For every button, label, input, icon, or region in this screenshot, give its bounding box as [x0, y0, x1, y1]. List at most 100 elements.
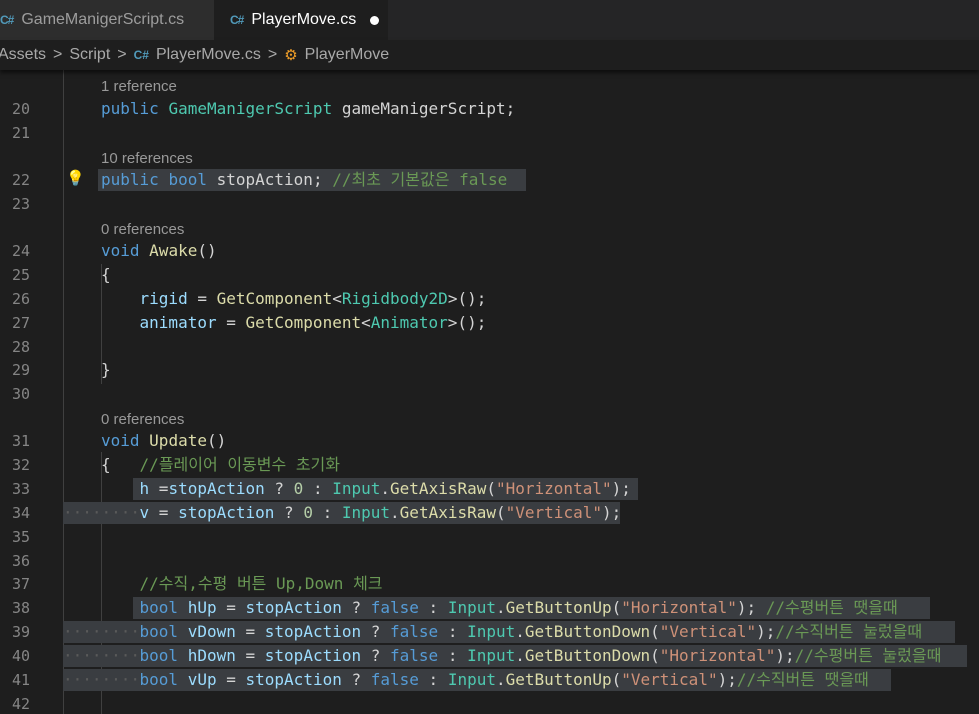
csharp-file-icon: C#	[0, 13, 14, 27]
code-token: ?	[361, 622, 391, 641]
code-token: :	[418, 670, 448, 689]
code-token: <	[361, 313, 371, 332]
code-token: public	[101, 99, 159, 118]
chevron-right-icon: >	[117, 46, 127, 63]
line-number: 24	[11, 242, 30, 260]
code-token: ?	[341, 598, 371, 617]
code-token: void	[101, 241, 140, 260]
code-token: :	[438, 622, 468, 641]
code-string: "Horizontal"	[659, 646, 776, 665]
code-token: :	[418, 598, 448, 617]
code-comment: //플레이어 이동변수 초기화	[139, 455, 340, 474]
code-token: (	[611, 598, 622, 617]
chevron-right-icon: >	[53, 46, 63, 63]
code-line-33: h =stopAction ? 0 : Input.GetAxisRaw("Ho…	[101, 478, 631, 500]
code-token: bool	[139, 622, 179, 641]
code-token: ;	[505, 99, 516, 118]
code-token: :	[303, 479, 333, 498]
code-token: Input	[332, 479, 381, 498]
lightbulb-icon[interactable]: 💡	[66, 169, 85, 187]
breadcrumb-assets[interactable]: Assets	[0, 46, 46, 64]
code-token: GetComponent	[216, 289, 333, 308]
code-token: =	[235, 646, 265, 665]
code-token: =	[149, 479, 169, 498]
code-token: stopAction	[168, 479, 265, 498]
tab-bar: C# GameManigerScript.cs C# PlayerMove.cs	[0, 0, 979, 40]
line-number: 34	[11, 504, 30, 522]
code-token: =	[235, 622, 265, 641]
tab-label: GameManigerScript.cs	[21, 11, 185, 28]
breadcrumb-class[interactable]: PlayerMove	[305, 46, 389, 64]
code-token: .	[496, 598, 506, 617]
line-number: 25	[11, 266, 30, 284]
line-number: 41	[11, 671, 30, 689]
code-token: ;	[312, 170, 323, 189]
code-token: ()	[206, 431, 227, 450]
code-token: bool	[139, 598, 179, 617]
line-number: 26	[11, 290, 30, 308]
code-editor[interactable]: ········ ········ ········ ········ 1 re…	[0, 70, 979, 714]
code-comment: //수직버튼 눌렀을때	[775, 622, 923, 641]
code-token: Input	[447, 598, 496, 617]
codelens-references[interactable]: 10 references	[101, 150, 193, 167]
code-token: {	[101, 265, 111, 284]
code-line-37: //수직,수평 버튼 Up,Down 체크	[101, 573, 383, 595]
code-token: Input	[447, 670, 496, 689]
code-token: rigid	[139, 289, 188, 308]
breadcrumb-script[interactable]: Script	[69, 46, 110, 64]
code-comment: //수직,수평 버튼 Up,Down 체크	[139, 574, 383, 593]
line-number: 38	[11, 599, 30, 617]
dirty-dot-icon[interactable]	[370, 15, 380, 25]
code-token: .	[496, 670, 506, 689]
breadcrumb-file[interactable]: PlayerMove.cs	[156, 46, 261, 64]
csharp-file-icon: C#	[133, 48, 149, 62]
code-token: bool	[139, 670, 179, 689]
code-token: stopAction	[264, 622, 362, 641]
code-line-39: bool vDown = stopAction ? false : Input.…	[101, 621, 923, 643]
code-token: <	[332, 289, 342, 308]
code-line-32: { //플레이어 이동변수 초기화	[101, 454, 340, 476]
tab-gamemanigerscript[interactable]: C# GameManigerScript.cs	[0, 0, 214, 40]
code-token: Rigidbody2D	[341, 289, 448, 308]
code-token: ()	[197, 241, 217, 260]
code-token: false	[370, 598, 419, 617]
code-token: bool	[139, 646, 179, 665]
code-token: GetButtonDown	[524, 646, 651, 665]
line-number: 27	[11, 314, 30, 332]
code-token: hDown	[187, 646, 236, 665]
code-token: .	[390, 503, 400, 522]
line-number: 37	[11, 575, 30, 593]
code-string: "Vertical"	[621, 670, 718, 689]
code-token: 0	[293, 479, 304, 498]
codelens-references[interactable]: 0 references	[101, 411, 184, 428]
code-line-38: bool hUp = stopAction ? false : Input.Ge…	[101, 597, 898, 619]
code-token: =	[216, 670, 246, 689]
code-token: .	[515, 622, 525, 641]
line-number: 40	[11, 647, 30, 665]
code-token: bool	[168, 170, 207, 189]
line-number: 23	[11, 195, 30, 213]
tab-playermove[interactable]: C# PlayerMove.cs	[214, 0, 388, 40]
line-number: 39	[11, 623, 30, 641]
code-token: GetButtonUp	[505, 598, 612, 617]
code-token: vUp	[187, 670, 217, 689]
code-token: .	[380, 479, 391, 498]
code-string: "Horizontal"	[496, 479, 612, 498]
class-icon: ⚙	[284, 47, 298, 64]
code-token: Awake	[149, 241, 198, 260]
code-token: GameManigerScript	[168, 99, 333, 118]
code-token: public	[101, 170, 159, 189]
code-comment: //수평버튼 눌렀을때	[794, 646, 942, 665]
code-token: );	[736, 598, 766, 617]
codelens-references[interactable]: 0 references	[101, 221, 184, 238]
code-token: {	[101, 455, 111, 474]
code-token: vDown	[187, 622, 236, 641]
indent-guide	[63, 70, 64, 714]
code-line-41: bool vUp = stopAction ? false : Input.Ge…	[101, 669, 869, 691]
code-token: =	[187, 289, 217, 308]
code-token: );	[775, 646, 795, 665]
code-token: v	[139, 503, 150, 522]
codelens-references[interactable]: 1 reference	[101, 78, 177, 95]
code-token: h	[139, 479, 150, 498]
code-token: );	[717, 670, 737, 689]
